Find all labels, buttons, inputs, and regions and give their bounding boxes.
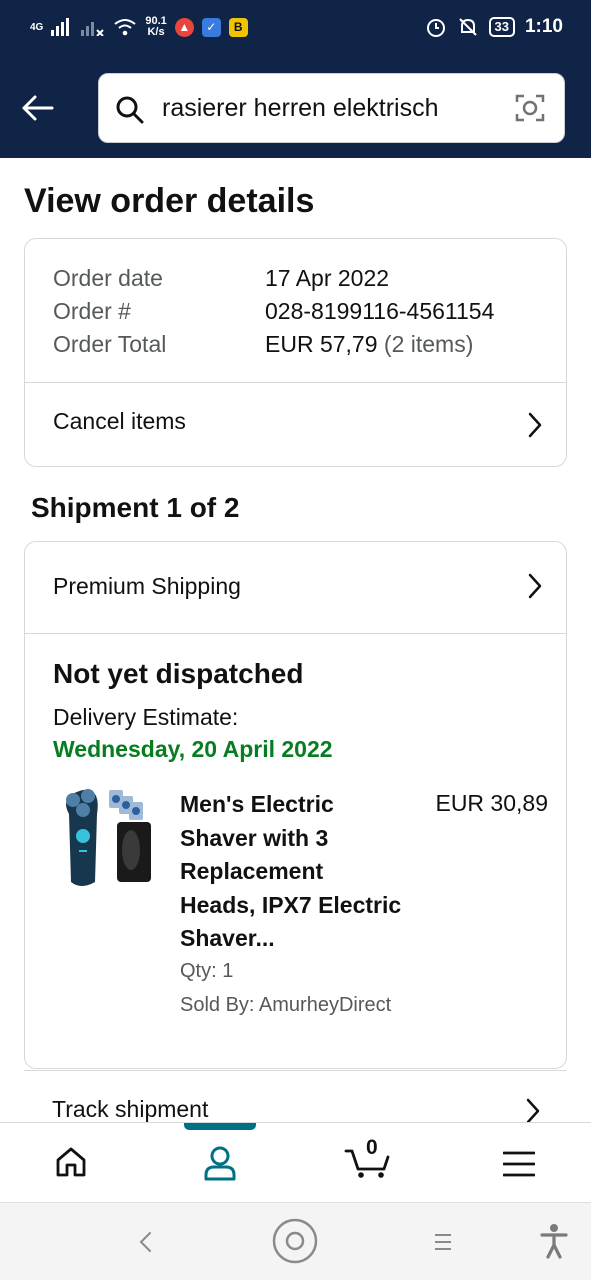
shield-app-icon: ✓ xyxy=(201,17,221,37)
product-title-line: Men's Electric xyxy=(180,791,334,817)
delivery-estimate-date: Wednesday, 20 April 2022 xyxy=(53,736,333,762)
premium-shipping-row[interactable]: Premium Shipping xyxy=(25,542,566,632)
product-title-line: Shaver with 3 xyxy=(180,824,329,851)
app-header: rasierer herren elektrisch xyxy=(0,58,591,158)
clock: 1:10 xyxy=(524,16,563,37)
shipment-status: Not yet dispatched xyxy=(53,658,304,689)
camera-icon[interactable] xyxy=(514,92,546,124)
alert-app-icon: ▲ xyxy=(174,17,194,37)
battery-indicator: 33 xyxy=(488,17,515,37)
status-bar: 4G 90.1 K/s ▲ ✓ B 33 1:10 xyxy=(0,0,591,58)
menu-icon[interactable] xyxy=(503,1151,535,1177)
bell-off-icon xyxy=(458,18,477,36)
page-title: View order details xyxy=(24,182,315,220)
b-app-icon: B xyxy=(228,17,248,37)
product-image[interactable] xyxy=(57,786,155,894)
signal-off-icon xyxy=(81,22,105,36)
product-seller: Sold By: AmurheyDirect xyxy=(180,994,392,1016)
alarm-icon xyxy=(426,19,445,37)
shaver-product-image xyxy=(66,789,151,886)
network-speed: 90.1 K/s xyxy=(145,16,166,38)
track-shipment-row[interactable]: Track shipment xyxy=(52,1096,208,1123)
order-date-value: 17 Apr 2022 xyxy=(265,265,390,291)
account-icon[interactable] xyxy=(202,1145,238,1181)
cart-count: 0 xyxy=(366,1136,378,1159)
shipping-type-label: Premium Shipping xyxy=(53,573,241,599)
cancel-items-row[interactable]: Cancel items xyxy=(25,383,566,467)
order-number-value: 028-8199116-4561154 xyxy=(265,298,495,324)
product-title-line: Heads, IPX7 Electric xyxy=(180,891,402,918)
bottom-nav: 0 xyxy=(0,1122,591,1202)
search-query: rasierer herren elektrisch xyxy=(162,94,439,122)
search-input[interactable]: rasierer herren elektrisch xyxy=(98,73,565,143)
speed-unit: K/s xyxy=(147,26,165,38)
system-nav-bar xyxy=(0,1202,591,1280)
order-total-label: Order Total xyxy=(53,331,167,357)
product-qty: Qty: 1 xyxy=(180,960,234,982)
active-tab-indicator xyxy=(184,1123,256,1130)
order-total-items: (2 items) xyxy=(383,331,474,357)
shipment-card: Premium Shipping Not yet dispatched Deli… xyxy=(24,541,567,1069)
product-title[interactable]: Men's Electric Shaver with 3 Replacement… xyxy=(180,788,430,956)
signal-icon xyxy=(51,18,70,36)
delivery-estimate-label: Delivery Estimate: xyxy=(53,704,239,730)
back-arrow-icon xyxy=(22,95,54,121)
system-back-icon[interactable] xyxy=(138,1231,154,1253)
search-icon xyxy=(116,96,144,124)
divider xyxy=(25,633,566,634)
home-icon[interactable] xyxy=(54,1145,88,1179)
order-info-card: Order date 17 Apr 2022 Order # 028-81991… xyxy=(24,238,567,467)
back-button[interactable] xyxy=(18,88,58,128)
product-title-line: Shaver... xyxy=(180,925,275,951)
order-total-value: EUR 57,79 (2 items) xyxy=(265,331,473,358)
system-recents-icon[interactable] xyxy=(433,1233,453,1251)
divider xyxy=(24,1070,567,1071)
chevron-right-icon[interactable] xyxy=(524,1097,542,1125)
chevron-right-icon xyxy=(528,412,542,438)
product-price: EUR 30,89 xyxy=(435,790,548,816)
accessibility-icon[interactable] xyxy=(540,1223,568,1259)
order-total-amount: EUR 57,79 xyxy=(265,331,378,357)
order-number-label: Order # xyxy=(53,298,131,324)
cancel-items-label: Cancel items xyxy=(53,408,186,434)
system-home-icon[interactable] xyxy=(272,1218,318,1264)
chevron-right-icon xyxy=(528,573,542,599)
wifi-icon xyxy=(114,19,136,36)
network-label: 4G xyxy=(30,21,44,33)
shipment-title: Shipment 1 of 2 xyxy=(31,492,240,523)
order-date-label: Order date xyxy=(53,265,163,291)
product-title-line: Replacement xyxy=(180,858,324,884)
